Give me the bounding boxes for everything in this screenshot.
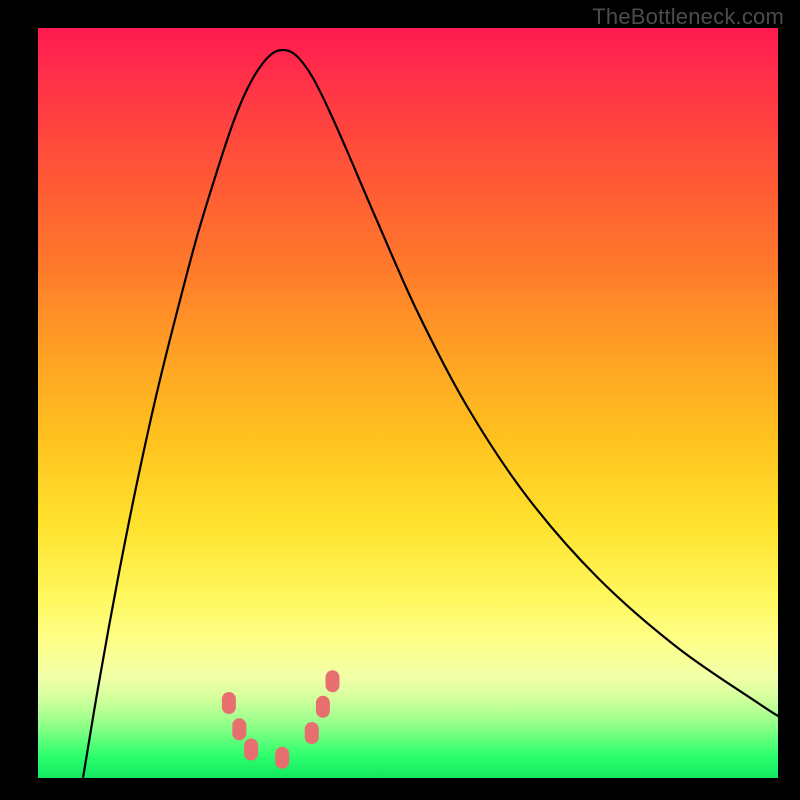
curve-marker <box>244 739 258 761</box>
plot-area <box>38 28 778 778</box>
chart-svg <box>38 28 778 778</box>
watermark-text: TheBottleneck.com <box>592 4 784 30</box>
curve-marker <box>326 670 340 692</box>
chart-frame: TheBottleneck.com <box>0 0 800 800</box>
marker-group <box>222 670 340 769</box>
curve-marker <box>232 718 246 740</box>
curve-marker <box>316 696 330 718</box>
curve-marker <box>222 692 236 714</box>
curve-marker <box>275 747 289 769</box>
curve-marker <box>305 722 319 744</box>
bottleneck-curve <box>83 50 778 778</box>
